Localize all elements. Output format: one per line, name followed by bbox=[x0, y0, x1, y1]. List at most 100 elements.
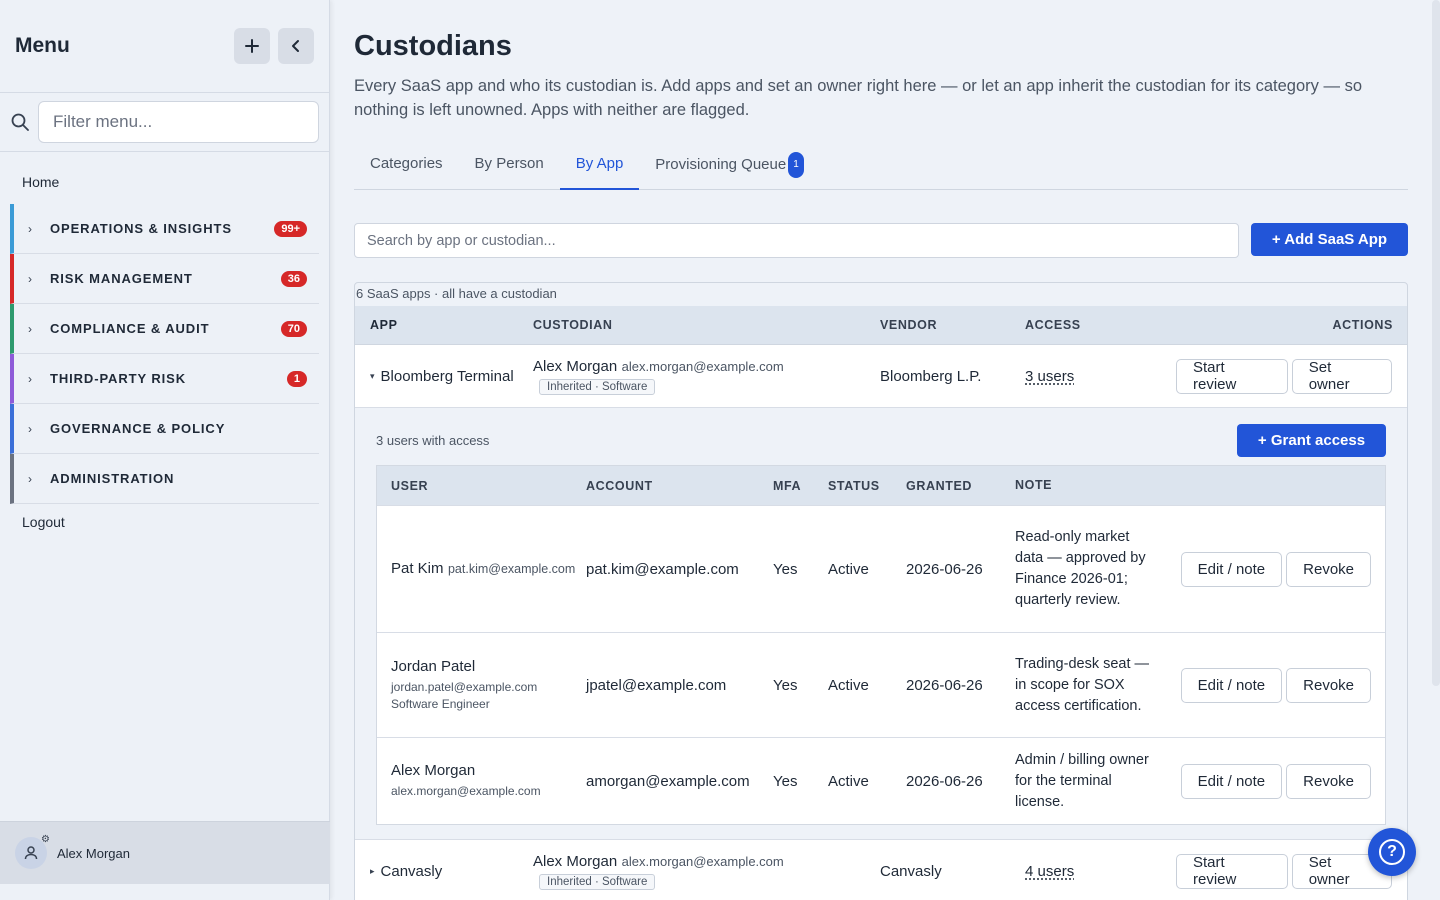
avatar: ⚙ bbox=[15, 834, 50, 869]
status-cell: Active bbox=[828, 676, 869, 694]
edit-note-button[interactable]: Edit / note bbox=[1180, 667, 1283, 703]
user-name: Alex Morgan bbox=[57, 845, 130, 861]
access-users-link[interactable]: 3 users bbox=[1025, 368, 1074, 385]
revoke-button[interactable]: Revoke bbox=[1286, 763, 1371, 799]
header-app: APP bbox=[370, 317, 398, 332]
tab-badge: 1 bbox=[788, 152, 804, 178]
chevron-right-icon: › bbox=[28, 321, 32, 336]
table-row[interactable]: ▾ Bloomberg Terminal Alex Morgan alex.mor… bbox=[355, 345, 1407, 408]
sidebar-group-governance[interactable]: › GOVERNANCE & POLICY bbox=[10, 404, 319, 454]
chevron-right-icon: › bbox=[28, 221, 32, 236]
start-review-button[interactable]: Start review bbox=[1176, 358, 1288, 394]
user-email: alex.morgan@example.com bbox=[391, 784, 541, 798]
grant-access-button[interactable]: + Grant access bbox=[1237, 424, 1386, 457]
access-cell: 3 users bbox=[1025, 368, 1172, 385]
custodian-name: Alex Morgan bbox=[533, 852, 618, 870]
actions-cell: Edit / note Revoke bbox=[1159, 763, 1385, 799]
sidebar-group-label: ADMINISTRATION bbox=[50, 471, 175, 486]
scrollbar[interactable] bbox=[1432, 0, 1440, 686]
note-cell: Admin / billing owner for the terminal l… bbox=[1015, 751, 1149, 810]
app-name: Canvasly bbox=[380, 862, 443, 880]
sidebar-item-home[interactable]: Home bbox=[0, 152, 329, 204]
sidebar-header: Menu bbox=[0, 0, 329, 93]
sidebar-search bbox=[0, 93, 329, 152]
header-account: ACCOUNT bbox=[586, 478, 653, 493]
account-cell: jpatel@example.com bbox=[586, 676, 727, 694]
actions-cell: Edit / note Revoke bbox=[1159, 551, 1385, 587]
main-content: Custodians Every SaaS app and who its cu… bbox=[354, 0, 1408, 900]
tab-provisioning-queue[interactable]: Provisioning Queue 1 bbox=[639, 152, 819, 190]
header-mfa: MFA bbox=[773, 478, 802, 493]
user-cell: Alex Morgan alex.morgan@example.com bbox=[377, 762, 586, 800]
user-cell: Jordan Patel jordan.patel@example.com So… bbox=[377, 658, 586, 713]
tab-by-person[interactable]: By Person bbox=[459, 152, 560, 190]
app-cell: ▸ Canvasly bbox=[355, 861, 533, 882]
apps-panel: 6 SaaS apps · all have a custodian APP C… bbox=[354, 282, 1408, 900]
header-access: ACCESS bbox=[1025, 318, 1081, 332]
count-badge: 70 bbox=[280, 320, 307, 337]
mfa-cell: Yes bbox=[773, 560, 798, 578]
header-granted: GRANTED bbox=[906, 478, 973, 493]
edit-note-button[interactable]: Edit / note bbox=[1180, 551, 1283, 587]
sidebar-group-operations[interactable]: › OPERATIONS & INSIGHTS 99+ bbox=[10, 204, 319, 254]
search-icon bbox=[10, 112, 30, 132]
tab-by-app[interactable]: By App bbox=[559, 152, 640, 190]
revoke-button[interactable]: Revoke bbox=[1286, 667, 1371, 703]
granted-cell: 2026-06-26 bbox=[906, 676, 983, 694]
custodian-email: alex.morgan@example.com bbox=[621, 853, 784, 869]
chevron-left-icon[interactable] bbox=[278, 28, 314, 64]
gear-icon: ⚙ bbox=[41, 834, 50, 845]
app-search-input[interactable] bbox=[354, 223, 1239, 258]
header-status: STATUS bbox=[828, 478, 880, 493]
logout-link[interactable]: Logout bbox=[0, 504, 329, 540]
revoke-button[interactable]: Revoke bbox=[1286, 551, 1371, 587]
edit-note-button[interactable]: Edit / note bbox=[1180, 763, 1283, 799]
user-name: Pat Kim bbox=[391, 560, 444, 577]
caret-right-icon[interactable]: ▸ bbox=[370, 861, 375, 882]
tab-categories[interactable]: Categories bbox=[354, 152, 459, 190]
apps-table-header: APP CUSTODIAN VENDOR ACCESS ACTIONS bbox=[355, 306, 1407, 345]
user-title: Software Engineer bbox=[391, 696, 490, 711]
sidebar-group-compliance[interactable]: › COMPLIANCE & AUDIT 70 bbox=[10, 304, 319, 354]
vendor-cell: Bloomberg L.P. bbox=[880, 367, 982, 385]
custodian-name: Alex Morgan bbox=[533, 357, 618, 375]
add-saas-app-button[interactable]: + Add SaaS App bbox=[1251, 223, 1408, 256]
count-badge: 99+ bbox=[274, 220, 307, 237]
sidebar-group-administration[interactable]: › ADMINISTRATION bbox=[10, 454, 319, 504]
access-users-link[interactable]: 4 users bbox=[1025, 863, 1074, 880]
start-review-button[interactable]: Start review bbox=[1176, 853, 1288, 889]
header-vendor: VENDOR bbox=[880, 318, 938, 332]
table-row: Pat Kim pat.kim@example.com pat.kim@exam… bbox=[377, 505, 1385, 632]
header-user: USER bbox=[391, 478, 429, 493]
sidebar-group-label: RISK MANAGEMENT bbox=[50, 271, 193, 286]
users-table: USER ACCOUNT MFA STATUS GRANTED NOTE Pat… bbox=[376, 465, 1386, 825]
help-circle-icon: ? bbox=[1379, 839, 1405, 865]
help-button[interactable]: ? bbox=[1368, 828, 1416, 876]
plus-icon[interactable] bbox=[234, 28, 270, 64]
status-cell: Active bbox=[828, 560, 869, 578]
custodian-cell: Alex Morgan alex.morgan@example.com Inhe… bbox=[533, 853, 880, 890]
mfa-cell: Yes bbox=[773, 676, 798, 694]
note-cell: Trading-desk seat — in scope for SOX acc… bbox=[1015, 655, 1150, 714]
sidebar-group-label: THIRD-PARTY RISK bbox=[50, 371, 186, 386]
filter-menu-input[interactable] bbox=[38, 101, 319, 143]
count-badge: 36 bbox=[280, 270, 307, 287]
sidebar-group-label: OPERATIONS & INSIGHTS bbox=[50, 221, 232, 236]
caret-down-icon[interactable]: ▾ bbox=[370, 366, 375, 387]
user-email: pat.kim@example.com bbox=[447, 562, 576, 576]
user-email: jordan.patel@example.com bbox=[391, 679, 538, 694]
set-owner-button[interactable]: Set owner bbox=[1291, 358, 1392, 394]
user-footer[interactable]: ⚙ Alex Morgan bbox=[0, 821, 330, 884]
page-description: Every SaaS app and who its custodian is.… bbox=[354, 77, 1362, 119]
sidebar-group-label: GOVERNANCE & POLICY bbox=[50, 421, 226, 436]
page-title: Custodians bbox=[354, 30, 512, 62]
sidebar-group-risk[interactable]: › RISK MANAGEMENT 36 bbox=[10, 254, 319, 304]
access-cell: 4 users bbox=[1025, 863, 1172, 880]
chevron-right-icon: › bbox=[28, 471, 32, 486]
table-row[interactable]: ▸ Canvasly Alex Morgan alex.morgan@exampl… bbox=[355, 840, 1407, 900]
sidebar-group-label: COMPLIANCE & AUDIT bbox=[50, 321, 210, 336]
table-row: Alex Morgan alex.morgan@example.com amor… bbox=[377, 737, 1385, 824]
inherited-tag: Inherited · Software bbox=[539, 873, 656, 890]
sidebar-group-third-party[interactable]: › THIRD-PARTY RISK 1 bbox=[10, 354, 319, 404]
sidebar-title: Menu bbox=[15, 34, 70, 57]
